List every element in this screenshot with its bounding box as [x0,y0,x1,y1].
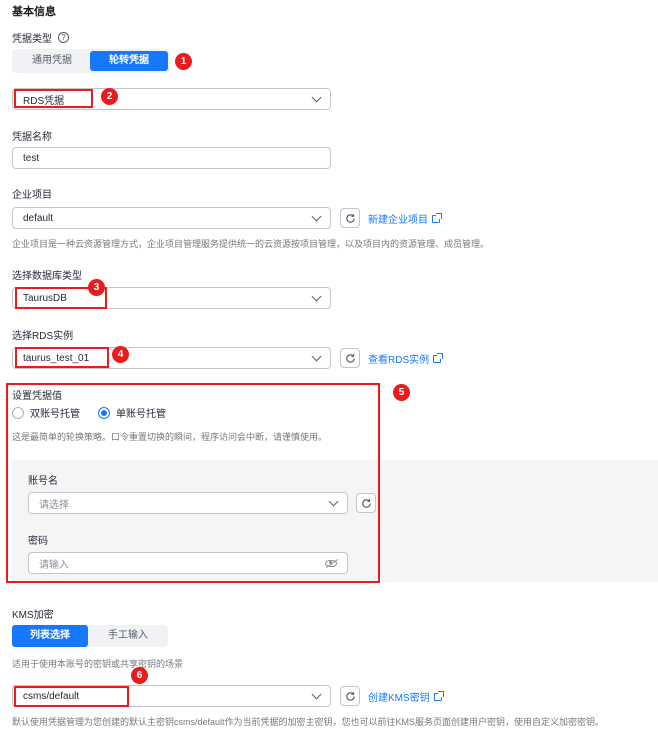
hosting-mode-hint: 这是最简单的轮换策略。口令重置切换的瞬间，程序访问会中断，请谨慎使用。 [12,432,328,442]
enterprise-project-label: 企业项目 [12,190,52,201]
refresh-button[interactable] [356,493,376,513]
radio-single-account-label: 单账号托管 [116,409,166,420]
radio-circle-selected [98,406,110,419]
annotation-badge-1: 1 [175,53,192,70]
refresh-icon [345,691,355,701]
chevron-down-icon [311,291,322,301]
enterprise-project-hint: 企业项目是一种云资源管理方式，企业项目管理服务提供统一的云资源按项目管理，以及项… [12,239,490,249]
refresh-icon [345,213,355,223]
annotation-badge-6: 6 [131,667,148,684]
chevron-down-icon [311,689,322,699]
external-link-icon [433,690,444,701]
kms-tab-manual[interactable]: 手工输入 [88,625,168,647]
rds-instance-value: taurus_test_01 [23,352,90,364]
kms-label: KMS加密 [12,610,54,621]
refresh-button[interactable] [340,686,360,706]
password-label: 密码 [28,536,48,547]
annotation-badge-4: 4 [112,346,129,363]
create-kms-key-link[interactable]: 创建KMS密钥 [368,689,444,704]
view-rds-instance-link[interactable]: 查看RDS实例 [368,351,444,366]
credential-type-label: 凭据类型 ? [12,30,69,45]
credential-type-label-text: 凭据类型 [12,34,52,45]
account-name-label: 账号名 [28,476,58,487]
rds-credential-select[interactable]: RDS凭据 [12,88,331,110]
kms-footer-hint: 默认使用凭据管理为您创建的默认主密钥csms/default作为当前凭据的加密主… [12,717,605,727]
db-type-select[interactable]: TaurusDB [12,287,331,309]
hosting-mode-radio-group: 双账号托管 单账号托管 [12,405,166,420]
refresh-button[interactable] [340,208,360,228]
db-type-label: 选择数据库类型 [12,271,82,282]
enterprise-project-select[interactable]: default [12,207,331,229]
credential-name-label: 凭据名称 [12,132,52,143]
radio-circle [12,406,24,419]
chevron-down-icon [328,496,339,506]
eye-off-icon[interactable] [325,559,337,567]
refresh-button[interactable] [340,348,360,368]
refresh-icon [345,353,355,363]
credential-type-rotation[interactable]: 轮转凭据 [90,51,168,71]
rds-instance-label: 选择RDS实例 [12,331,74,342]
section-title: 基本信息 [12,6,56,18]
radio-dual-account-label: 双账号托管 [30,409,80,420]
chevron-down-icon [311,92,322,102]
external-link-icon [432,212,442,223]
account-name-select[interactable]: 请选择 [28,492,348,514]
db-type-value: TaurusDB [23,292,67,304]
radio-dual-account[interactable]: 双账号托管 [12,405,80,420]
rds-credential-value: RDS凭据 [23,95,65,107]
password-placeholder: 请输入 [39,559,69,571]
credential-name-value: test [23,152,40,164]
external-link-icon [433,352,444,363]
kms-hint: 适用于使用本账号的密钥或共享密钥的场景 [12,659,184,669]
rds-instance-select[interactable]: taurus_test_01 [12,347,331,369]
password-input[interactable]: 请输入 [28,552,348,574]
chevron-down-icon [311,211,322,221]
credential-value-label: 设置凭据值 [12,391,62,402]
credential-type-general[interactable]: 通用凭据 [14,51,90,71]
kms-key-value: csms/default [23,690,80,702]
kms-key-select[interactable]: csms/default [12,685,331,707]
enterprise-project-value: default [23,212,54,224]
chevron-down-icon [311,351,322,361]
radio-single-account[interactable]: 单账号托管 [98,405,166,420]
kms-tab-list[interactable]: 列表选择 [12,625,88,647]
credential-type-toggle: 通用凭据 轮转凭据 [12,49,170,73]
create-enterprise-project-link[interactable]: 新建企业项目 [368,211,442,226]
help-icon[interactable]: ? [58,32,69,43]
kms-mode-toggle: 列表选择 手工输入 [12,625,168,647]
annotation-badge-3: 3 [88,279,105,296]
view-rds-instance-text: 查看RDS实例 [368,355,430,366]
create-kms-key-text: 创建KMS密钥 [368,693,430,704]
create-enterprise-project-text: 新建企业项目 [368,215,428,226]
account-name-placeholder: 请选择 [39,499,69,511]
annotation-badge-5: 5 [393,384,410,401]
annotation-badge-2: 2 [101,88,118,105]
refresh-icon [361,498,371,508]
credential-name-input[interactable]: test [12,147,331,169]
